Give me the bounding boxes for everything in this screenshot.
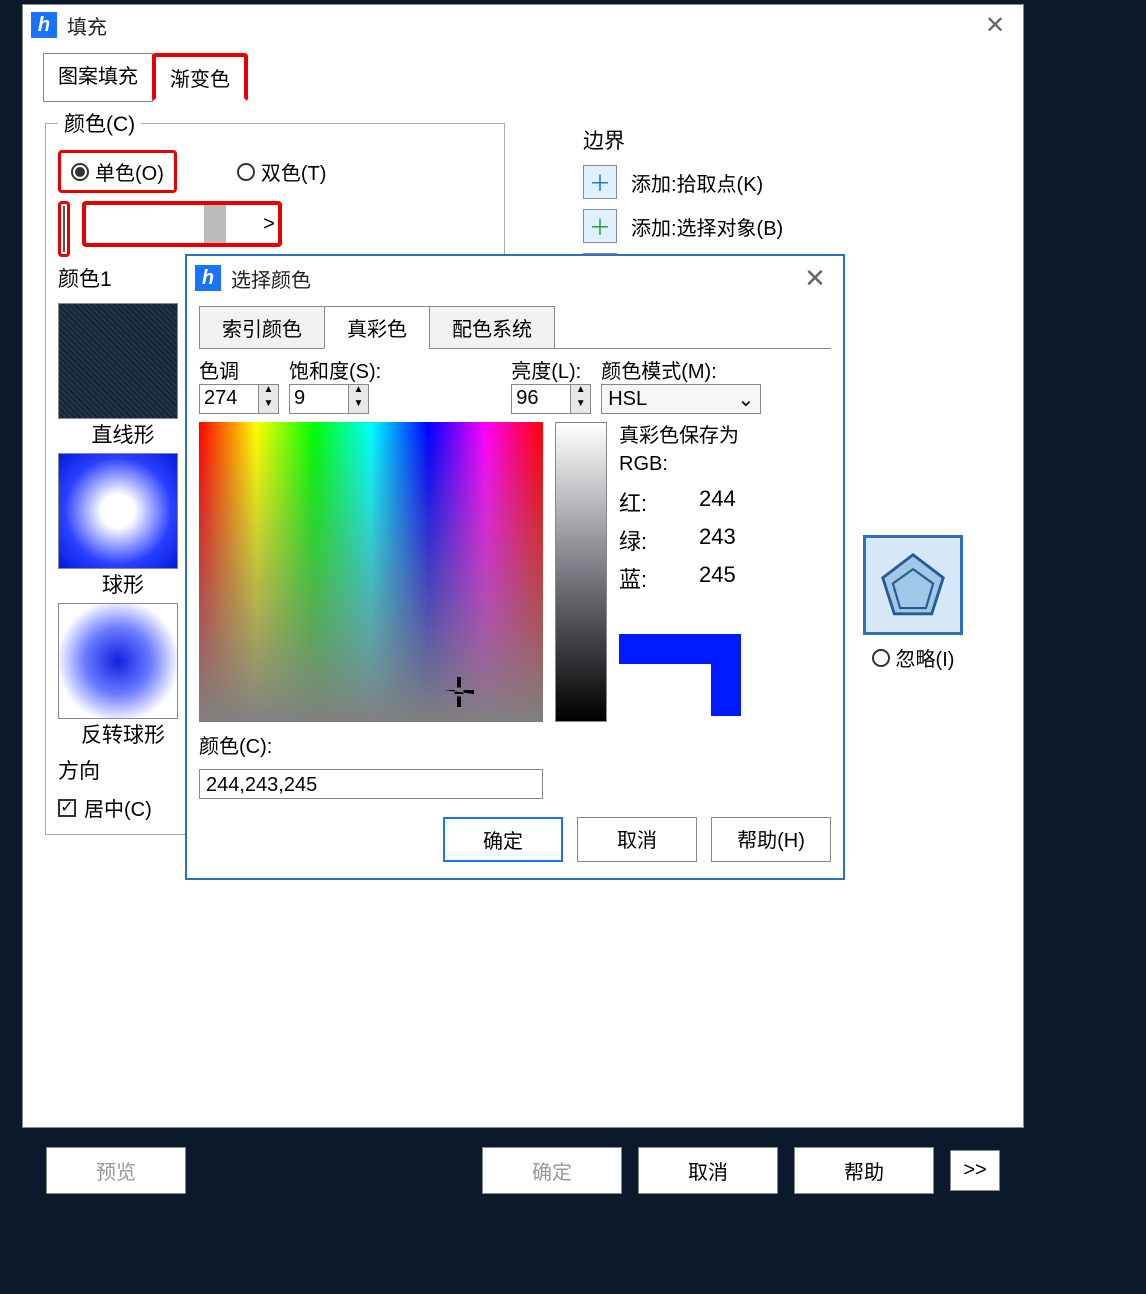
color-preview-swatch bbox=[619, 634, 741, 716]
dialog-buttons: 预览 确定 取消 帮助 >> bbox=[22, 1140, 1024, 1200]
mode-label: 颜色模式(M): bbox=[601, 355, 761, 384]
pick-point-label: 添加:拾取点(K) bbox=[631, 168, 763, 197]
select-object-label: 添加:选择对象(B) bbox=[631, 212, 783, 241]
close-icon[interactable]: ✕ bbox=[795, 263, 835, 294]
titlebar: h 填充 ✕ bbox=[23, 5, 1023, 45]
save-as-label: 真彩色保存为 bbox=[619, 425, 739, 447]
radio-double-color[interactable]: 双色(T) bbox=[237, 157, 327, 186]
preview-button[interactable]: 预览 bbox=[46, 1147, 186, 1194]
cancel-button[interactable]: 取消 bbox=[638, 1147, 778, 1194]
red-label: 红: bbox=[619, 486, 679, 518]
tab-true-color[interactable]: 真彩色 bbox=[324, 306, 430, 349]
tab-index-color[interactable]: 索引颜色 bbox=[199, 306, 325, 349]
boundary-legend: 边界 bbox=[583, 125, 1003, 155]
green-label: 绿: bbox=[619, 524, 679, 556]
gradient-slider[interactable]: > bbox=[82, 201, 282, 247]
ok-button[interactable]: 确定 bbox=[482, 1147, 622, 1194]
rgb-label: RGB: bbox=[619, 453, 668, 475]
sat-label: 饱和度(S): bbox=[289, 355, 381, 384]
hue-input[interactable]: 274 ▲▼ bbox=[199, 384, 279, 414]
saturation-input[interactable]: 9 ▲▼ bbox=[289, 384, 369, 414]
ignore-label: 忽略(I) bbox=[896, 643, 955, 672]
picker-help-button[interactable]: 帮助(H) bbox=[711, 817, 831, 862]
spin-up-icon[interactable]: ▲ bbox=[349, 385, 368, 399]
color-rgb-input[interactable]: 244,243,245 bbox=[199, 769, 543, 799]
spin-down-icon[interactable]: ▼ bbox=[571, 399, 590, 413]
centered-checkbox[interactable] bbox=[58, 799, 76, 817]
spin-down-icon[interactable]: ▼ bbox=[349, 399, 368, 413]
radio-single-color[interactable]: 单色(O) bbox=[58, 150, 177, 193]
picker-ok-button[interactable]: 确定 bbox=[443, 817, 563, 862]
picker-titlebar: h 选择颜色 ✕ bbox=[187, 256, 843, 300]
window-title: 填充 bbox=[67, 11, 975, 40]
gradient-preset-sphere[interactable]: 球形 bbox=[58, 453, 188, 599]
app-icon: h bbox=[195, 265, 221, 291]
color-swatch-primary[interactable] bbox=[63, 206, 65, 252]
color-field-label: 颜色(C): bbox=[199, 730, 831, 759]
tab-color-books[interactable]: 配色系统 bbox=[429, 306, 555, 349]
blue-value: 245 bbox=[699, 562, 759, 594]
app-icon: h bbox=[31, 12, 57, 38]
color-legend: 颜色(C) bbox=[58, 108, 141, 138]
radio-icon bbox=[71, 163, 89, 181]
island-ignore-option[interactable]: 忽略(I) bbox=[863, 535, 963, 673]
gradient-preset-linear[interactable]: 直线形 bbox=[58, 303, 188, 449]
crosshair-icon bbox=[444, 677, 474, 707]
picker-title: 选择颜色 bbox=[231, 264, 795, 293]
tab-gradient[interactable]: 渐变色 bbox=[152, 53, 248, 102]
spin-down-icon[interactable]: ▼ bbox=[259, 399, 278, 413]
help-button[interactable]: 帮助 bbox=[794, 1147, 934, 1194]
color-mode-select[interactable]: HSL ⌄ bbox=[601, 384, 761, 414]
gradient-preset-sphere-reverse[interactable]: 反转球形 bbox=[58, 603, 188, 749]
spin-up-icon[interactable]: ▲ bbox=[259, 385, 278, 399]
pick-point-icon[interactable]: ＋ bbox=[583, 165, 617, 199]
rgb-readout: 真彩色保存为 RGB: 红: 244 绿: 243 蓝: 245 bbox=[619, 422, 831, 722]
slider-knob[interactable] bbox=[204, 205, 226, 243]
select-object-icon[interactable]: ＋ bbox=[583, 209, 617, 243]
close-icon[interactable]: ✕ bbox=[975, 11, 1015, 40]
red-value: 244 bbox=[699, 486, 759, 518]
picker-cancel-button[interactable]: 取消 bbox=[577, 817, 697, 862]
radio-icon bbox=[237, 163, 255, 181]
blue-label: 蓝: bbox=[619, 562, 679, 594]
hue-saturation-map[interactable] bbox=[199, 422, 543, 722]
picker-tabs: 索引颜色 真彩色 配色系统 bbox=[199, 306, 831, 349]
centered-label: 居中(C) bbox=[84, 793, 152, 822]
spin-up-icon[interactable]: ▲ bbox=[571, 385, 590, 399]
radio-icon bbox=[872, 649, 890, 667]
color-picker-dialog: h 选择颜色 ✕ 索引颜色 真彩色 配色系统 色调 274 ▲▼ 饱和度(S):… bbox=[185, 254, 845, 880]
luminance-input[interactable]: 96 ▲▼ bbox=[511, 384, 591, 414]
chevron-down-icon: ⌄ bbox=[737, 387, 754, 412]
main-tabs: 图案填充 渐变色 bbox=[43, 53, 247, 102]
lum-label: 亮度(L): bbox=[511, 355, 591, 384]
lightness-slider[interactable] bbox=[555, 422, 607, 722]
green-value: 243 bbox=[699, 524, 759, 556]
more-button[interactable]: >> bbox=[950, 1150, 1000, 1191]
chevron-right-icon[interactable]: > bbox=[260, 213, 278, 236]
hue-label: 色调 bbox=[199, 355, 279, 384]
tab-pattern-fill[interactable]: 图案填充 bbox=[43, 53, 153, 102]
pentagon-icon bbox=[863, 535, 963, 635]
